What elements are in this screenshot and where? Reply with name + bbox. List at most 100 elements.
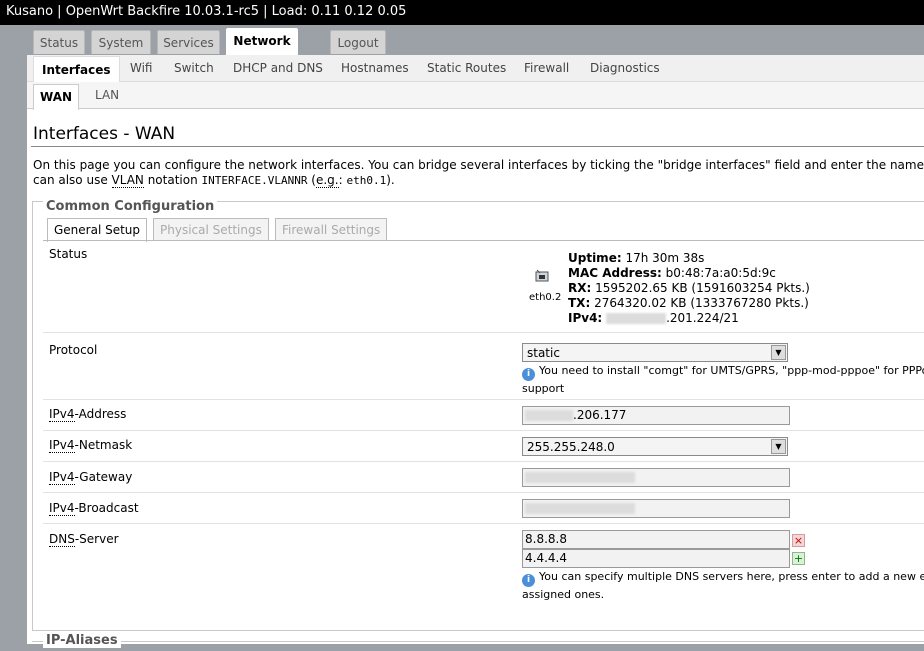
title-text: Kusano | OpenWrt Backfire 10.03.1-rc5 | … bbox=[6, 4, 407, 19]
hint-text: You can specify multiple DNS servers her… bbox=[539, 570, 924, 583]
window-title-bar: Kusano | OpenWrt Backfire 10.03.1-rc5 | … bbox=[0, 0, 924, 25]
row-divider bbox=[43, 430, 924, 431]
ipv4-gateway-label: IPv4-Gateway bbox=[49, 470, 132, 485]
ipv4-address-value: .206.177 bbox=[573, 408, 627, 422]
desc-line-2: can also use VLAN notation INTERFACE.VLA… bbox=[33, 173, 924, 188]
protocol-select[interactable]: static ▼ bbox=[522, 343, 788, 362]
ethernet-port-icon bbox=[535, 269, 549, 282]
chevron-down-icon[interactable]: ▼ bbox=[771, 345, 786, 360]
page-title: Interfaces - WAN bbox=[33, 124, 176, 144]
desc-text: can also use bbox=[33, 173, 112, 187]
page-description: On this page you can configure the netwo… bbox=[33, 158, 924, 188]
mac-value: b0:48:7a:a0:5d:9c bbox=[665, 266, 776, 280]
protocol-label: Protocol bbox=[49, 343, 98, 357]
status-details: Uptime: 17h 30m 38s MAC Address: b0:48:7… bbox=[568, 251, 810, 326]
tab-network[interactable]: Network bbox=[226, 28, 298, 56]
ipv4-gateway-input[interactable] bbox=[522, 468, 790, 487]
row-divider bbox=[43, 399, 924, 400]
redacted-text bbox=[525, 503, 635, 514]
tab-status[interactable]: Status bbox=[33, 30, 85, 54]
label-text: -Address bbox=[74, 407, 127, 421]
tab-logout[interactable]: Logout bbox=[330, 30, 386, 54]
ipv4-broadcast-input[interactable] bbox=[522, 499, 790, 518]
abbr-dns: DNS bbox=[49, 532, 75, 547]
ipv4-netmask-select[interactable]: 255.255.248.0 ▼ bbox=[522, 437, 788, 456]
interface-subtabs: WAN LAN bbox=[27, 82, 924, 110]
ipv4-broadcast-label: IPv4-Broadcast bbox=[49, 501, 139, 516]
label-text: -Netmask bbox=[74, 438, 133, 452]
desc-text: ). bbox=[386, 173, 395, 187]
code-sample: eth0.1 bbox=[346, 174, 387, 187]
dns-server-label: DNS-Server bbox=[49, 532, 119, 547]
ip-aliases-section bbox=[32, 641, 924, 651]
tx-label: TX: bbox=[568, 296, 591, 310]
tab-hostnames[interactable]: Hostnames bbox=[341, 61, 409, 75]
abbr-ipv4: IPv4 bbox=[49, 470, 75, 485]
code-sample: INTERFACE.VLANNR bbox=[201, 174, 308, 187]
label-text: -Broadcast bbox=[74, 501, 139, 515]
ipv4-address-input[interactable]: .206.177 bbox=[522, 406, 790, 425]
tab-dhcp-dns[interactable]: DHCP and DNS bbox=[233, 61, 323, 75]
delete-icon[interactable]: × bbox=[792, 534, 805, 547]
mac-label: MAC Address: bbox=[568, 266, 662, 280]
ipv4-address-label: IPv4-Address bbox=[49, 407, 127, 422]
tab-firewall[interactable]: Firewall bbox=[524, 61, 569, 75]
dns-server-input-2[interactable]: 4.4.4.4 bbox=[522, 549, 790, 568]
tab-general-setup[interactable]: General Setup bbox=[47, 218, 148, 242]
tab-physical-settings[interactable]: Physical Settings bbox=[153, 218, 269, 241]
hint-text: assigned ones. bbox=[522, 588, 605, 601]
redacted-text bbox=[525, 472, 635, 483]
ipv4-netmask-label: IPv4-Netmask bbox=[49, 438, 133, 453]
tab-static-routes[interactable]: Static Routes bbox=[427, 61, 506, 75]
content-panel: Interfaces Wifi Switch DHCP and DNS Host… bbox=[27, 55, 924, 648]
interface-name: eth0.2 bbox=[529, 292, 562, 303]
main-tabs: Status System Services Network Logout bbox=[0, 25, 924, 56]
redacted-text bbox=[606, 313, 667, 324]
status-label: Status bbox=[49, 247, 88, 261]
protocol-value: static bbox=[527, 346, 560, 360]
tab-switch[interactable]: Switch bbox=[174, 61, 214, 75]
desc-text: notation bbox=[143, 173, 202, 187]
row-divider bbox=[43, 523, 924, 524]
info-icon: i bbox=[522, 368, 535, 381]
hint-text: support bbox=[522, 382, 565, 395]
redacted-text bbox=[525, 410, 573, 421]
tab-diagnostics[interactable]: Diagnostics bbox=[590, 61, 660, 75]
protocol-hint: i You need to install "comgt" for UMTS/GP… bbox=[522, 363, 924, 396]
abbr-vlan: VLAN bbox=[111, 173, 144, 188]
rx-value: 1595202.65 KB (1591603254 Pkts.) bbox=[595, 281, 810, 295]
section-legend: IP-Aliases bbox=[43, 633, 121, 648]
uptime-value: 17h 30m 38s bbox=[625, 251, 705, 265]
tab-firewall-settings[interactable]: Firewall Settings bbox=[275, 218, 388, 241]
hint-text: You need to install "comgt" for UMTS/GPR… bbox=[539, 364, 924, 377]
title-divider bbox=[31, 146, 924, 147]
label-text: -Server bbox=[74, 532, 119, 546]
dns-hint: i You can specify multiple DNS servers he… bbox=[522, 569, 924, 602]
tab-system[interactable]: System bbox=[91, 30, 151, 54]
row-divider bbox=[43, 461, 924, 462]
tab-wifi[interactable]: Wifi bbox=[130, 61, 153, 75]
tab-interfaces[interactable]: Interfaces bbox=[33, 56, 120, 83]
dns-server-input-1[interactable]: 8.8.8.8 bbox=[522, 530, 790, 549]
ipv4-value: .201.224/21 bbox=[666, 311, 739, 325]
tab-wan[interactable]: WAN bbox=[33, 84, 80, 110]
chevron-down-icon[interactable]: ▼ bbox=[771, 439, 786, 454]
netmask-value: 255.255.248.0 bbox=[527, 440, 615, 454]
tab-services[interactable]: Services bbox=[157, 30, 220, 54]
abbr-eg: e.g. bbox=[315, 173, 339, 188]
ipv4-label: IPv4: bbox=[568, 311, 603, 325]
desc-text: ( bbox=[307, 173, 316, 187]
rx-label: RX: bbox=[568, 281, 592, 295]
tab-lan[interactable]: LAN bbox=[95, 88, 119, 102]
row-divider bbox=[43, 492, 924, 493]
uptime-label: Uptime: bbox=[568, 251, 622, 265]
add-icon[interactable]: + bbox=[792, 552, 805, 565]
abbr-ipv4: IPv4 bbox=[49, 501, 75, 516]
abbr-ipv4: IPv4 bbox=[49, 407, 75, 422]
network-subtabs: Interfaces Wifi Switch DHCP and DNS Host… bbox=[27, 55, 924, 83]
subtab-divider bbox=[43, 240, 924, 241]
tx-value: 2764320.02 KB (1333767280 Pkts.) bbox=[594, 296, 809, 310]
row-divider bbox=[43, 332, 924, 333]
info-icon: i bbox=[522, 574, 535, 587]
desc-line-1: On this page you can configure the netwo… bbox=[33, 158, 924, 172]
